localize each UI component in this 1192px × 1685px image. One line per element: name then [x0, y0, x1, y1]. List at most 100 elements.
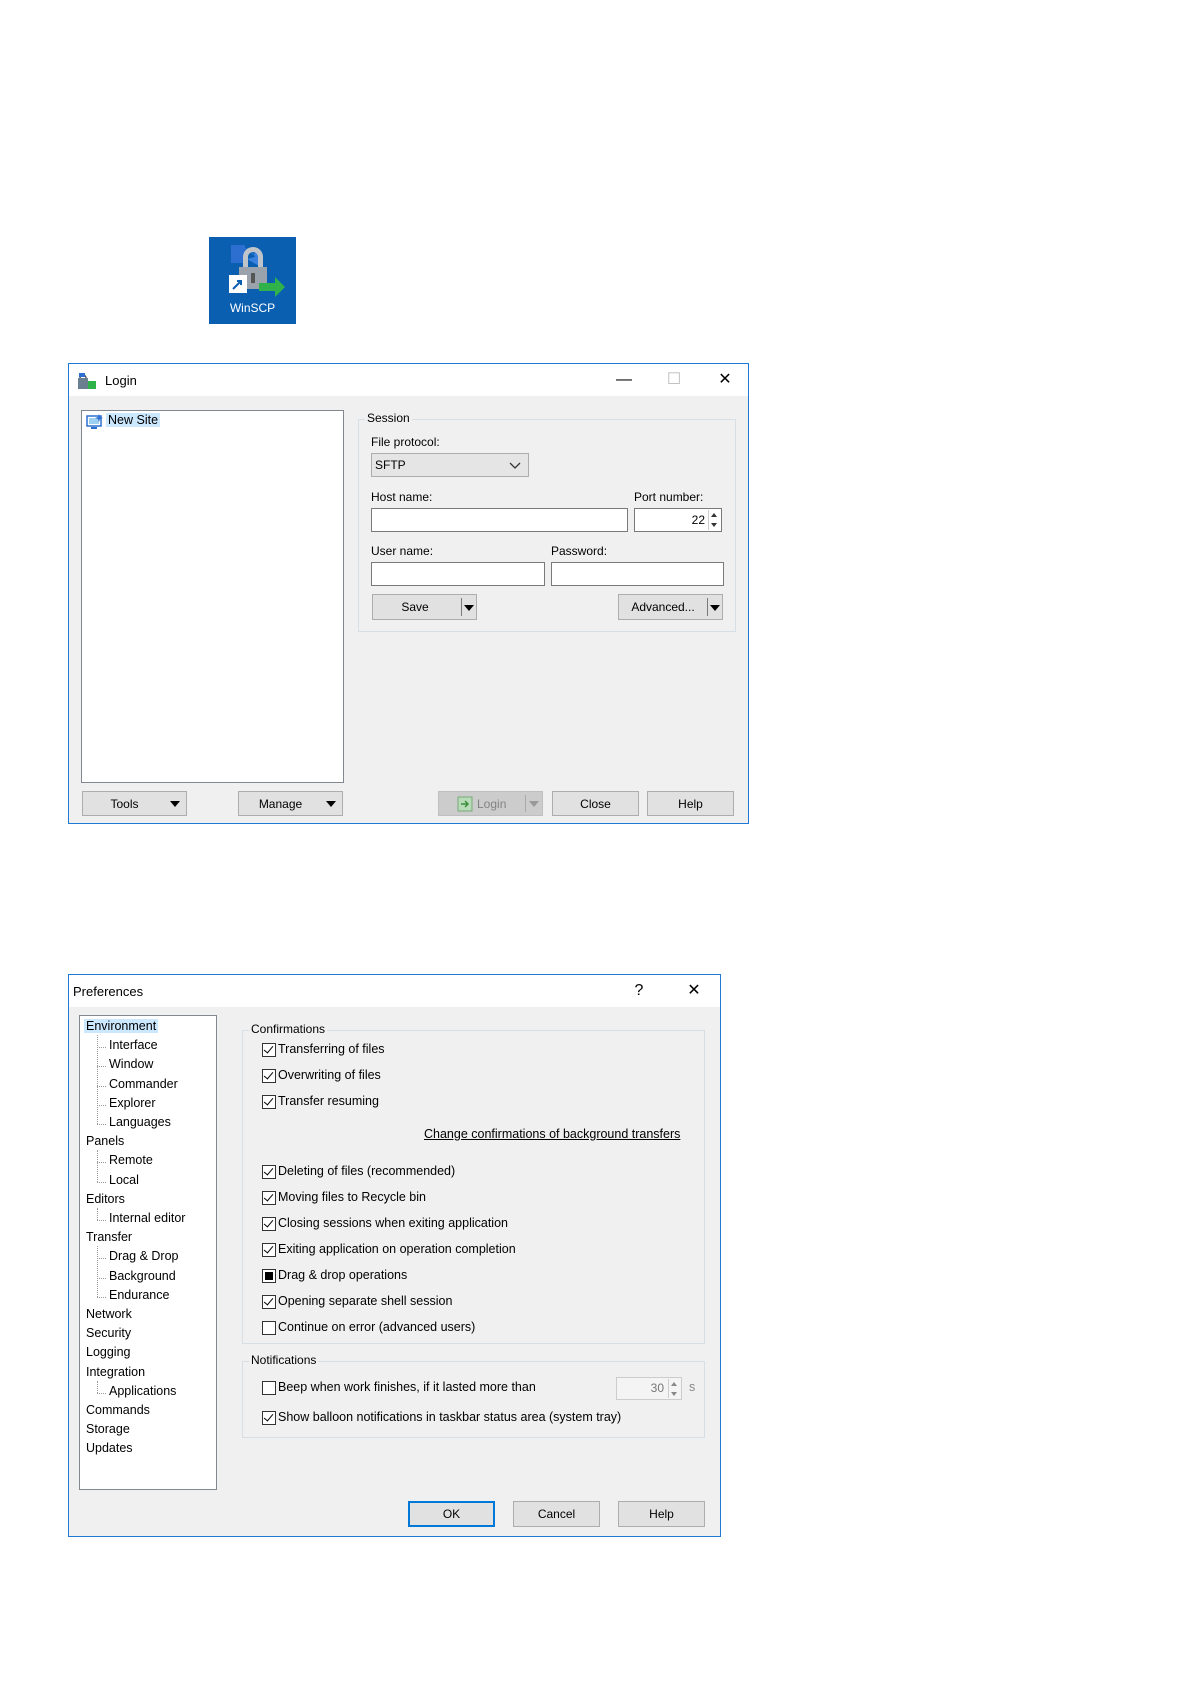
advanced-button[interactable]: Advanced...	[618, 594, 723, 620]
tools-dropdown-icon	[170, 801, 180, 807]
user-name-input[interactable]	[371, 562, 545, 586]
close-icon[interactable]: ✕	[679, 979, 709, 1003]
confirm-checkbox[interactable]	[262, 1321, 276, 1335]
save-dropdown-icon[interactable]	[464, 605, 474, 611]
tree-connector	[97, 1277, 106, 1279]
desktop-icon-label: WinSCP	[229, 301, 276, 315]
port-number-input[interactable]: 22	[634, 508, 722, 532]
file-protocol-select[interactable]: SFTP	[371, 453, 529, 477]
confirm-checkbox[interactable]	[262, 1269, 276, 1283]
tree-item-background[interactable]: Background	[109, 1269, 176, 1283]
tree-connector	[97, 1047, 106, 1049]
tree-connector	[97, 1380, 98, 1393]
winscp-desktop-icon[interactable]: WinSCP	[209, 237, 296, 324]
tree-item-window[interactable]: Window	[109, 1057, 153, 1071]
spin-up-icon	[671, 1382, 677, 1386]
tree-item-logging[interactable]: Logging	[86, 1345, 131, 1359]
manage-button[interactable]: Manage	[238, 791, 343, 816]
confirm-label: Transferring of files	[278, 1042, 385, 1056]
confirm-checkbox[interactable]	[262, 1191, 276, 1205]
tree-item-local[interactable]: Local	[109, 1173, 139, 1187]
port-number-label: Port number:	[634, 490, 704, 504]
tree-item-editors[interactable]: Editors	[86, 1192, 125, 1206]
tree-item-new-site[interactable]: New Site	[106, 413, 161, 427]
close-window-button[interactable]: ✕	[710, 368, 740, 392]
tree-item-remote[interactable]: Remote	[109, 1153, 153, 1167]
help-button[interactable]: Help	[618, 1501, 705, 1527]
tree-item-updates[interactable]: Updates	[86, 1441, 133, 1455]
tree-connector	[97, 1392, 106, 1394]
tools-button[interactable]: Tools	[82, 791, 187, 816]
save-button[interactable]: Save	[372, 594, 477, 620]
preferences-tree[interactable]: Environment Interface Window Commander Explo…	[79, 1015, 217, 1490]
new-site-icon	[86, 414, 103, 429]
tree-item-security[interactable]: Security	[86, 1326, 131, 1340]
background-transfers-link[interactable]: Change confirmations of background trans…	[424, 1127, 680, 1141]
confirm-checkbox[interactable]	[262, 1043, 276, 1057]
tree-item-applications[interactable]: Applications	[109, 1384, 176, 1398]
port-spinner[interactable]	[708, 510, 720, 530]
host-name-input[interactable]	[371, 508, 628, 532]
spin-up-icon	[711, 513, 717, 517]
confirm-label: Transfer resuming	[278, 1094, 379, 1108]
help-icon[interactable]: ?	[624, 979, 654, 1003]
maximize-button[interactable]: ☐	[659, 368, 689, 392]
advanced-button-label: Advanced...	[631, 600, 695, 614]
tree-item-environment[interactable]: Environment	[84, 1019, 159, 1033]
login-button-label: Login	[477, 797, 507, 811]
confirm-checkbox[interactable]	[262, 1095, 276, 1109]
beep-spinner[interactable]	[668, 1379, 680, 1398]
confirm-checkbox[interactable]	[262, 1069, 276, 1083]
manage-button-label: Manage	[258, 796, 303, 811]
minimize-button[interactable]: —	[609, 368, 639, 392]
tree-item-transfer[interactable]: Transfer	[86, 1230, 132, 1244]
tree-item-interface[interactable]: Interface	[109, 1038, 158, 1052]
help-button[interactable]: Help	[647, 791, 734, 816]
confirm-label: Deleting of files (recommended)	[278, 1164, 456, 1178]
balloon-label: Show balloon notifications in taskbar st…	[278, 1410, 622, 1424]
tree-item-panels[interactable]: Panels	[86, 1134, 124, 1148]
login-window-icon	[78, 373, 96, 389]
password-input[interactable]	[551, 562, 724, 586]
preferences-titlebar[interactable]: Preferences ? ✕	[69, 975, 720, 1007]
port-number-value: 22	[691, 513, 705, 527]
tree-item-languages[interactable]: Languages	[109, 1115, 171, 1129]
balloon-checkbox[interactable]	[262, 1411, 276, 1425]
confirm-checkbox[interactable]	[262, 1295, 276, 1309]
tree-item-integration[interactable]: Integration	[86, 1365, 145, 1379]
tree-item-explorer[interactable]: Explorer	[109, 1096, 156, 1110]
ok-button[interactable]: OK	[408, 1501, 495, 1527]
login-icon	[457, 796, 473, 812]
tree-connector	[97, 1150, 98, 1182]
tools-button-label: Tools	[110, 796, 139, 811]
tree-connector	[97, 1085, 106, 1087]
manage-dropdown-icon	[326, 801, 336, 807]
confirm-checkbox[interactable]	[262, 1217, 276, 1231]
tree-item-commands[interactable]: Commands	[86, 1403, 150, 1417]
confirm-label: Opening separate shell session	[278, 1294, 453, 1308]
session-group-title: Session	[365, 411, 412, 425]
site-tree[interactable]: New Site	[81, 410, 344, 783]
login-titlebar[interactable]: Login — ☐ ✕	[69, 364, 748, 396]
beep-unit-label: s	[689, 1380, 696, 1394]
close-button[interactable]: Close	[552, 791, 639, 816]
preferences-window: Preferences ? ✕ Environment Interface Wind…	[68, 974, 721, 1537]
notifications-group-title: Notifications	[249, 1353, 319, 1367]
advanced-dropdown-icon[interactable]	[710, 605, 720, 611]
tree-item-drag-drop[interactable]: Drag & Drop	[109, 1249, 178, 1263]
beep-seconds-input[interactable]: 30	[616, 1377, 682, 1400]
confirm-checkbox[interactable]	[262, 1165, 276, 1179]
beep-checkbox[interactable]	[262, 1381, 276, 1395]
tree-item-commander[interactable]: Commander	[109, 1077, 178, 1091]
cancel-button[interactable]: Cancel	[513, 1501, 600, 1527]
tree-connector	[97, 1220, 106, 1221]
tree-item-network[interactable]: Network	[86, 1307, 132, 1321]
tree-item-endurance[interactable]: Endurance	[109, 1288, 169, 1302]
confirm-checkbox[interactable]	[262, 1243, 276, 1257]
confirmations-group-title: Confirmations	[249, 1022, 328, 1036]
login-button[interactable]: Login	[438, 791, 543, 816]
tree-item-internal-editor[interactable]: Internal editor	[109, 1211, 185, 1225]
tree-item-storage[interactable]: Storage	[86, 1422, 130, 1436]
password-label: Password:	[551, 544, 608, 558]
login-window: Login — ☐ ✕ New Site Session File protoc…	[68, 363, 749, 824]
